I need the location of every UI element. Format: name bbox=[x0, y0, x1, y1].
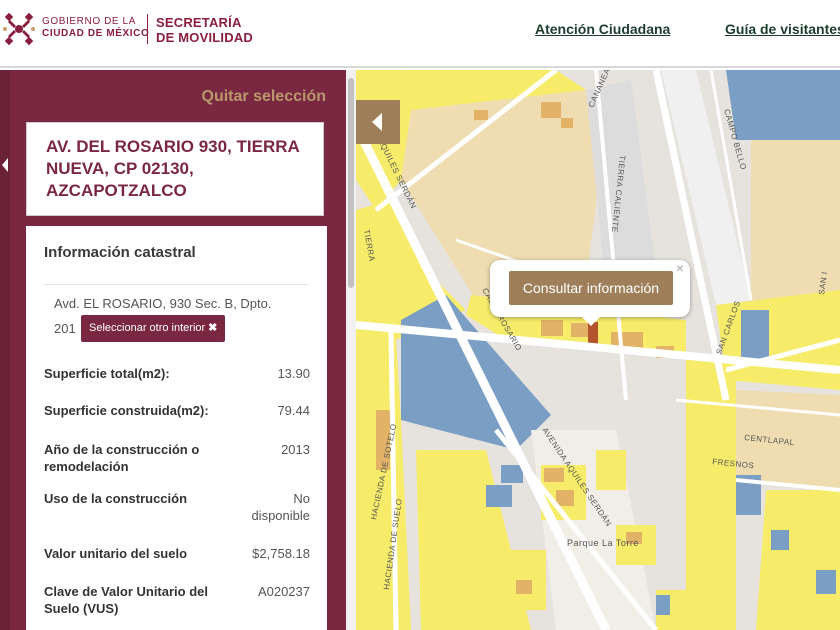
interior-address: Avd. EL ROSARIO, 930 Sec. B, Dpto. bbox=[54, 296, 272, 311]
interior-number: 201 bbox=[54, 321, 76, 336]
sec-line2: DE MOVILIDAD bbox=[156, 30, 254, 45]
sidebar-collapse-tab[interactable] bbox=[0, 70, 10, 630]
select-button-label: Seleccionar otro interior bbox=[89, 322, 206, 334]
map-toggle-sidebar-button[interactable] bbox=[356, 100, 400, 144]
scrollbar-thumb[interactable] bbox=[348, 78, 354, 288]
sidebar-scrollbar[interactable] bbox=[346, 70, 356, 630]
sec-line1: SECRETARÍA bbox=[156, 15, 242, 30]
row-label-uso-construccion: Uso de la construcción bbox=[44, 491, 188, 506]
map-canvas[interactable]: CAMPO BELLO AQUILES SERDÁN CANANEA TIERR… bbox=[356, 70, 840, 630]
info-title: Información catastral bbox=[44, 244, 196, 261]
nav-link-atencion-ciudadana[interactable]: Atención Ciudadana bbox=[535, 21, 670, 37]
sidebar-panel: Quitar selección AV. DEL ROSARIO 930, TI… bbox=[0, 70, 346, 630]
map-view[interactable]: CAMPO BELLO AQUILES SERDÁN CANANEA TIERR… bbox=[356, 70, 840, 630]
close-icon[interactable]: × bbox=[676, 260, 684, 276]
cdmx-logo-icon bbox=[3, 12, 35, 46]
secretaria-logo-text: SECRETARÍA DE MOVILIDAD bbox=[156, 15, 253, 45]
address-card: AV. DEL ROSARIO 930, TIERRA NUEVA, CP 02… bbox=[26, 122, 324, 216]
logo-divider bbox=[147, 14, 148, 44]
divider bbox=[44, 284, 308, 285]
gobierno-logo-text: GOBIERNO DE LA CIUDAD DE MÉXICO bbox=[42, 16, 149, 40]
map-popup: × Consultar información bbox=[490, 260, 690, 326]
nav-link-guia-visitantes[interactable]: Guía de visitantes bbox=[725, 21, 840, 37]
select-other-interior-button[interactable]: Seleccionar otro interior ✖ bbox=[81, 315, 226, 342]
row-value-clave-vus: A020237 bbox=[257, 584, 310, 599]
chevron-left-icon bbox=[372, 113, 382, 131]
chevron-left-icon bbox=[2, 158, 8, 172]
row-value-anio-construccion: 2013 bbox=[281, 442, 310, 457]
row-value-valor-unitario: $2,758.18 bbox=[252, 546, 310, 561]
park-label: Parque La Torre bbox=[567, 538, 639, 548]
site-header: GOBIERNO DE LA CIUDAD DE MÉXICO SECRETAR… bbox=[0, 0, 840, 68]
close-icon: ✖ bbox=[208, 322, 218, 334]
row-label-superficie-construida: Superficie construida(m2): bbox=[44, 403, 209, 418]
gob-line1: GOBIERNO DE LA bbox=[42, 16, 136, 27]
row-value-uso-construccion: No disponible bbox=[251, 491, 310, 523]
address-text: AV. DEL ROSARIO 930, TIERRA NUEVA, CP 02… bbox=[46, 137, 300, 200]
row-value-superficie-construida: 79.44 bbox=[277, 403, 310, 418]
clear-selection-link[interactable]: Quitar selección bbox=[202, 88, 327, 106]
row-value-superficie-total: 13.90 bbox=[277, 366, 310, 381]
gob-line2: CIUDAD DE MÉXICO bbox=[42, 28, 150, 39]
cadastral-info-card: Información catastral Avd. EL ROSARIO, 9… bbox=[26, 226, 327, 630]
row-label-anio-construccion: Año de la construcción o remodelación bbox=[44, 442, 200, 474]
row-label-clave-vus: Clave de Valor Unitario del Suelo (VUS) bbox=[44, 584, 208, 616]
consult-info-button[interactable]: Consultar información bbox=[509, 271, 673, 305]
row-label-valor-unitario: Valor unitario del suelo bbox=[44, 546, 188, 561]
row-label-superficie-total: Superficie total(m2): bbox=[44, 366, 170, 381]
